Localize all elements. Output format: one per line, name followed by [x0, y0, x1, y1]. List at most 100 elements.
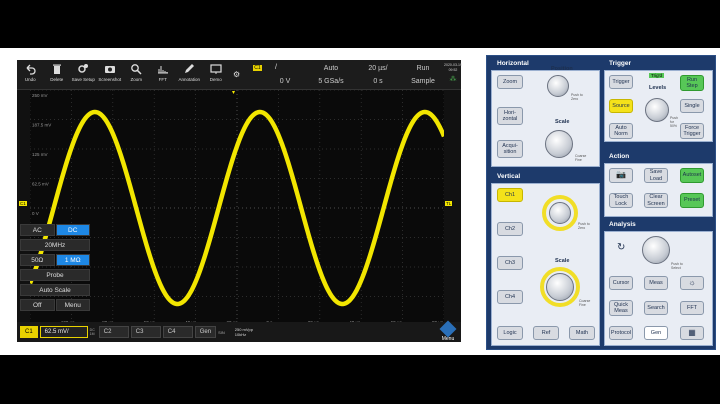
fft-key[interactable]: FFT: [680, 301, 704, 315]
gen-frequency: 10kHz: [234, 332, 247, 337]
ch4-key[interactable]: Ch4: [497, 290, 523, 304]
position-knob-label: Position: [551, 66, 573, 72]
demo-button[interactable]: Demo: [203, 60, 230, 90]
coupling-ac-button[interactable]: AC: [20, 224, 55, 236]
gear-icon[interactable]: ⚙: [233, 60, 241, 89]
fft-button[interactable]: FFT: [150, 60, 177, 90]
zoom-label: Zoom: [130, 77, 142, 82]
run-step-key[interactable]: Run Step: [680, 75, 704, 91]
demo-icon: [210, 64, 222, 74]
undo-label: Undo: [24, 77, 36, 82]
channel-marker-c1: C1: [19, 201, 27, 206]
brightness-key[interactable]: ☼: [680, 276, 704, 290]
screenshot-button[interactable]: Screenshot: [97, 60, 124, 90]
c3-chip[interactable]: C3: [130, 326, 161, 338]
camera-key[interactable]: 📷: [609, 168, 633, 183]
analysis-push-select: Push to Select: [671, 262, 683, 270]
vertical-title: Vertical: [497, 173, 521, 180]
touch-lock-key[interactable]: Touch Lock: [609, 193, 633, 208]
logic-key[interactable]: Logic: [497, 326, 523, 340]
trigger-position-marker: ▾: [232, 90, 236, 96]
c2-chip[interactable]: C2: [98, 326, 129, 338]
horizontal-scale-knob[interactable]: [545, 130, 573, 158]
trigger-title: Trigger: [609, 60, 632, 67]
fft-label: FFT: [158, 77, 167, 82]
clear-screen-key[interactable]: Clear Screen: [644, 193, 668, 208]
acquisition-key[interactable]: Acqui-sition: [497, 140, 523, 158]
sine-trace: [30, 109, 444, 307]
channel-off-button[interactable]: Off: [20, 299, 55, 311]
annotation-button[interactable]: Annotation: [176, 60, 203, 90]
save-load-key[interactable]: Save Load: [644, 168, 668, 183]
gen-settings[interactable]: 250 mVpp 10kHz: [235, 327, 253, 337]
trigger-info[interactable]: C1 / 0 V Auto 5 GSa/s 20 µs/ 0 s Run Sam…: [253, 62, 462, 88]
analysis-knob[interactable]: [642, 236, 670, 264]
horizontal-position: 0 s: [373, 78, 383, 85]
vertical-push-zero: Push to Zero: [578, 222, 590, 230]
c1-coupling: DC 1M: [90, 328, 95, 336]
trigger-level-knob[interactable]: [645, 98, 669, 122]
zoom-key[interactable]: Zoom: [497, 75, 523, 89]
probe-button[interactable]: Probe: [20, 269, 90, 281]
grid-icon: ▦: [688, 327, 696, 337]
sample-rate: 5 GSa/s: [318, 78, 344, 85]
position-push-zero: Push to Zero: [571, 93, 583, 101]
preset-key[interactable]: Preset: [680, 193, 704, 208]
coupling-dc-button[interactable]: DC: [55, 224, 90, 236]
auto-norm-key[interactable]: Auto Norm: [609, 123, 633, 139]
autoset-key[interactable]: Autoset: [680, 168, 704, 183]
quick-meas-key[interactable]: Quick Meas: [609, 300, 633, 316]
search-key[interactable]: Search: [644, 301, 668, 315]
delete-icon: [52, 64, 61, 74]
c1-chip[interactable]: C1: [20, 326, 38, 338]
save-setup-icon: [78, 64, 89, 73]
zoom-icon: [131, 64, 142, 75]
force-trigger-key[interactable]: Force Trigger: [680, 123, 704, 139]
protocol-key[interactable]: Protocol: [609, 326, 633, 340]
c1-scale[interactable]: 62.5 mV/: [39, 326, 88, 338]
refresh-icon[interactable]: ↻: [617, 242, 625, 253]
zoom-button[interactable]: Zoom: [123, 60, 150, 90]
single-key[interactable]: Single: [680, 99, 704, 113]
impedance-50-button[interactable]: 50Ω: [20, 254, 55, 266]
delete-button[interactable]: Delete: [44, 60, 71, 90]
position-knob[interactable]: [547, 75, 569, 97]
vertical-scale-knob[interactable]: [546, 273, 574, 301]
main-menu-button[interactable]: Menu: [437, 320, 459, 342]
ch2-key[interactable]: Ch2: [497, 222, 523, 236]
trigger-level-marker: TL: [445, 201, 453, 206]
horizontal-key[interactable]: Hori-zontal: [497, 107, 523, 125]
apps-key[interactable]: ▦: [680, 326, 704, 340]
impedance-1m-button[interactable]: 1 MΩ: [55, 254, 90, 266]
trigger-key[interactable]: Trigger: [609, 75, 633, 89]
channel-menu: AC DC 20MHz 50Ω 1 MΩ Probe Auto Scale Of…: [20, 224, 90, 311]
c4-chip[interactable]: C4: [162, 326, 193, 338]
ch1-key[interactable]: Ch1: [497, 188, 523, 202]
trigger-mode: Auto: [323, 65, 339, 72]
meas-key[interactable]: Meas: [644, 276, 668, 290]
annotation-icon: [185, 64, 195, 73]
math-key[interactable]: Math: [569, 326, 595, 340]
autoscale-button[interactable]: Auto Scale: [20, 284, 90, 296]
ch3-key[interactable]: Ch3: [497, 256, 523, 270]
waveform-grid[interactable]: 250 mV187.5 mV125 mV62.5 mV0 V-100 µs-80…: [30, 90, 444, 326]
brightness-icon: ☼: [688, 277, 696, 287]
acquisition-mode: Sample: [411, 78, 435, 85]
time: 09:52: [448, 68, 458, 72]
ref-key[interactable]: Ref: [533, 326, 559, 340]
bandwidth-button[interactable]: 20MHz: [20, 239, 90, 251]
cursor-key[interactable]: Cursor: [609, 276, 633, 290]
channel-menu-button[interactable]: Menu: [55, 299, 90, 311]
source-key[interactable]: Source: [609, 99, 633, 113]
network-icon: ⁂: [449, 76, 457, 83]
gen-chip[interactable]: Gen: [194, 326, 217, 338]
scope-screen: Undo Delete Save Setup Screenshot Zoom F…: [17, 60, 462, 342]
action-title: Action: [609, 153, 630, 160]
demo-label: Demo: [209, 77, 222, 82]
undo-button[interactable]: Undo: [17, 60, 44, 90]
save-setup-button[interactable]: Save Setup: [70, 60, 97, 90]
gen-key[interactable]: Gen: [644, 326, 668, 340]
waveform-trace: [30, 109, 444, 307]
trigger-level: 0 V: [279, 78, 291, 85]
vertical-position-knob[interactable]: [549, 202, 571, 224]
